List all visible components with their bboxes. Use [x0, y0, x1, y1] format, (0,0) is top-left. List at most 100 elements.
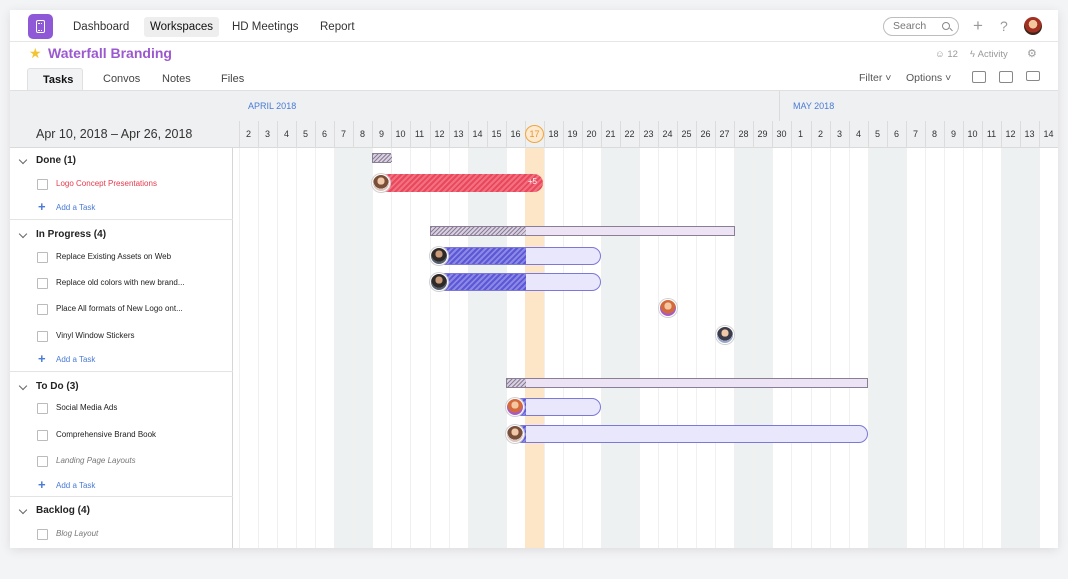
summary-progress	[507, 379, 526, 387]
add-task-button[interactable]: + Add a Task	[10, 199, 232, 217]
assignee-avatar[interactable]	[659, 299, 677, 317]
task-checkbox[interactable]	[37, 304, 48, 315]
grid-line	[696, 148, 697, 548]
board-view-icon[interactable]	[972, 71, 986, 83]
assignee-avatar[interactable]	[716, 326, 734, 344]
timeline-view-icon[interactable]	[1026, 71, 1040, 81]
grid-line	[1001, 148, 1002, 548]
app-logo-icon[interactable]	[28, 14, 53, 39]
options-dropdown[interactable]: Options ˅	[906, 70, 951, 86]
day-label: 8	[931, 129, 937, 139]
tab-tasks[interactable]: Tasks	[27, 68, 83, 90]
task-bar[interactable]	[430, 247, 601, 265]
task-checkbox[interactable]	[37, 430, 48, 441]
grid-line	[1020, 148, 1021, 548]
task-checkbox[interactable]	[37, 456, 48, 467]
date-range: Apr 10, 2018 – Apr 26, 2018	[36, 127, 193, 141]
group-to-do[interactable]: To Do (3)	[10, 376, 232, 398]
group-backlog[interactable]: Backlog (4)	[10, 500, 232, 522]
day-label: 11	[414, 129, 425, 139]
today-marker: 17	[525, 125, 544, 143]
grid-line	[277, 148, 278, 548]
task-checkbox[interactable]	[37, 179, 48, 190]
summary-progress	[373, 154, 392, 162]
weekend-column	[620, 148, 639, 548]
group-in-progress[interactable]: In Progress (4)	[10, 224, 232, 246]
grid-line	[1039, 148, 1040, 548]
plus-icon: +	[38, 351, 46, 366]
search-input[interactable]: Search	[883, 17, 959, 36]
assignee-avatar[interactable]	[430, 247, 448, 265]
grid-line	[639, 148, 640, 548]
task-row[interactable]: Place All formats of New Logo ont...	[10, 299, 232, 319]
day-label: 5	[874, 129, 880, 139]
day-label: 18	[548, 129, 559, 139]
star-icon[interactable]: ★	[29, 45, 42, 62]
tab-files[interactable]: Files	[206, 68, 259, 90]
group-done[interactable]: Done (1)	[10, 150, 232, 172]
grid-line	[410, 148, 411, 548]
group-summary-bar[interactable]	[372, 153, 392, 163]
grid-line	[353, 148, 354, 548]
tab-convos[interactable]: Convos	[88, 68, 155, 90]
grid-line	[391, 148, 392, 548]
assignee-avatar[interactable]	[372, 174, 390, 192]
month-divider	[779, 91, 780, 121]
nav-hd-meetings[interactable]: HD Meetings	[226, 17, 304, 37]
day-label: 27	[719, 129, 730, 139]
chevron-down-icon	[18, 229, 28, 239]
grid-line	[753, 148, 754, 548]
group-summary-bar[interactable]	[506, 378, 868, 388]
extra-assignees-count: +5	[527, 177, 537, 186]
weekend-column	[734, 148, 753, 548]
nav-workspaces[interactable]: Workspaces	[144, 17, 220, 37]
task-bar[interactable]: +5	[372, 174, 543, 192]
grid-line	[334, 148, 335, 548]
task-bar[interactable]	[430, 273, 601, 291]
task-list-pane: Done (1) Logo Concept Presentations + Add…	[10, 148, 233, 548]
filter-dropdown[interactable]: Filter ˅	[859, 70, 891, 86]
lightning-icon: ϟ	[970, 49, 976, 60]
add-task-button[interactable]: + Add a Task	[10, 351, 232, 369]
grid-line	[734, 148, 735, 548]
group-summary-bar[interactable]	[430, 226, 735, 236]
list-view-icon[interactable]	[999, 71, 1013, 83]
day-label: 10	[395, 129, 406, 139]
day-label: 3	[264, 129, 270, 139]
add-task-button[interactable]: + Add a Task	[10, 477, 232, 495]
task-checkbox[interactable]	[37, 278, 48, 289]
activity-link[interactable]: ϟ Activity	[970, 49, 1008, 60]
assignee-avatar[interactable]	[506, 398, 524, 416]
task-row[interactable]: Landing Page Layouts	[10, 451, 232, 471]
day-label: 20	[586, 129, 597, 139]
day-label: 2	[817, 129, 823, 139]
help-question-icon[interactable]: ?	[1000, 16, 1008, 36]
members-count[interactable]: ☺ 12	[935, 49, 958, 60]
task-checkbox[interactable]	[37, 331, 48, 342]
nav-report[interactable]: Report	[314, 17, 361, 37]
task-row[interactable]: Vinyl Window Stickers	[10, 326, 232, 346]
day-label: 13	[453, 129, 464, 139]
assignee-avatar[interactable]	[506, 425, 524, 443]
tab-notes[interactable]: Notes	[147, 68, 206, 90]
plus-icon[interactable]: +	[973, 16, 983, 36]
settings-gear-icon[interactable]: ⚙	[1027, 47, 1037, 60]
nav-dashboard[interactable]: Dashboard	[67, 17, 135, 37]
chevron-down-icon	[18, 381, 28, 391]
grid-line	[849, 148, 850, 548]
task-checkbox[interactable]	[37, 252, 48, 263]
assignee-avatar[interactable]	[430, 273, 448, 291]
task-row[interactable]: Logo Concept Presentations	[10, 174, 232, 194]
task-row[interactable]: Replace old colors with new brand...	[10, 273, 232, 293]
task-checkbox[interactable]	[37, 529, 48, 540]
user-avatar[interactable]	[1024, 17, 1042, 35]
task-row[interactable]: Replace Existing Assets on Web	[10, 247, 232, 267]
task-row[interactable]: Social Media Ads	[10, 398, 232, 418]
task-row[interactable]: Comprehensive Brand Book	[10, 425, 232, 445]
task-bar[interactable]	[506, 425, 868, 443]
task-row[interactable]: Blog Layout	[10, 524, 232, 544]
grid-line	[372, 148, 373, 548]
divider	[10, 496, 233, 497]
grid-line	[296, 148, 297, 548]
task-checkbox[interactable]	[37, 403, 48, 414]
